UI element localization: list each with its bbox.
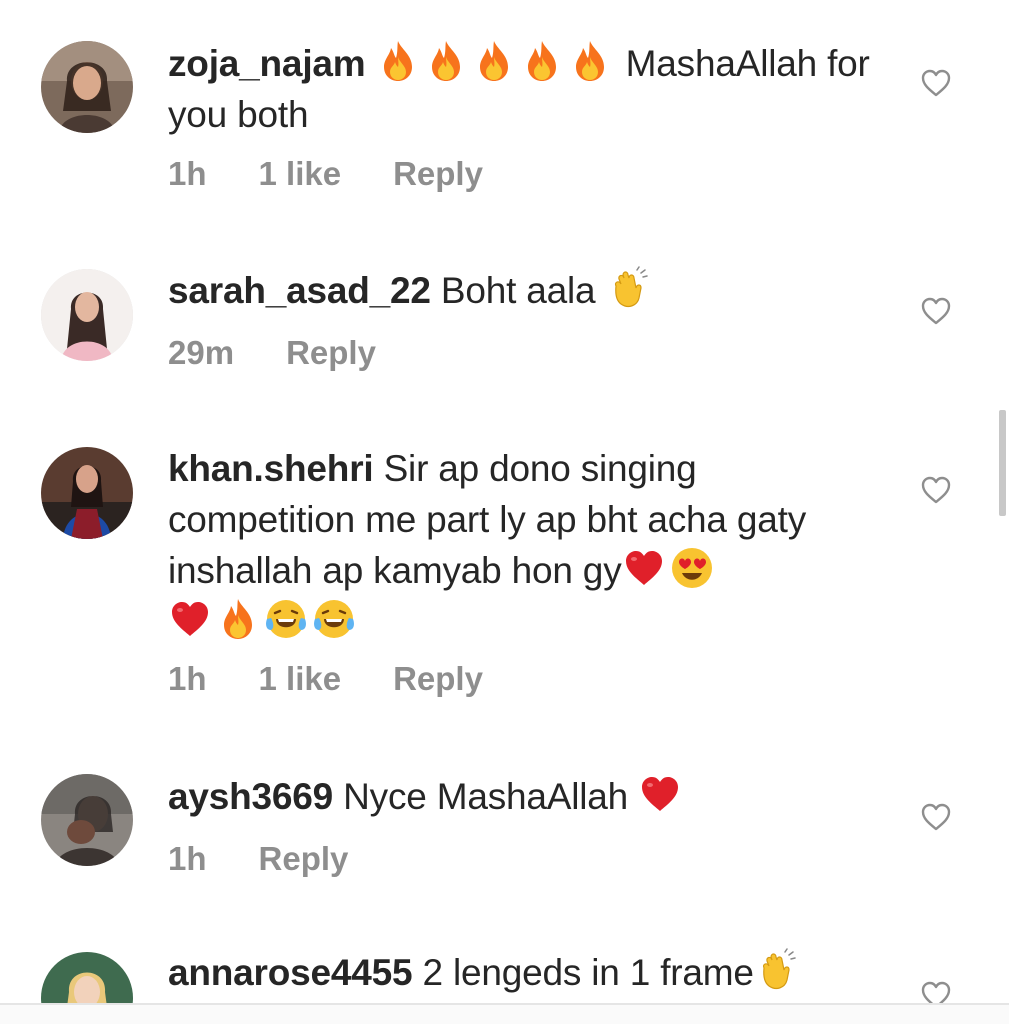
comment-item: annarose4455 2 lengeds in 1 frame: [0, 0, 1009, 1003]
avatar[interactable]: [41, 952, 133, 1003]
comment-body: 2 lengeds in 1 frame: [422, 952, 754, 993]
username[interactable]: annarose4455: [168, 952, 413, 993]
clapping-hands-emoji: [754, 948, 798, 992]
scrollbar[interactable]: [999, 410, 1006, 516]
comment-text: annarose4455 2 lengeds in 1 frame: [168, 947, 893, 998]
heart-outline-icon[interactable]: [920, 980, 952, 1003]
bottom-bar: [0, 1005, 1009, 1024]
